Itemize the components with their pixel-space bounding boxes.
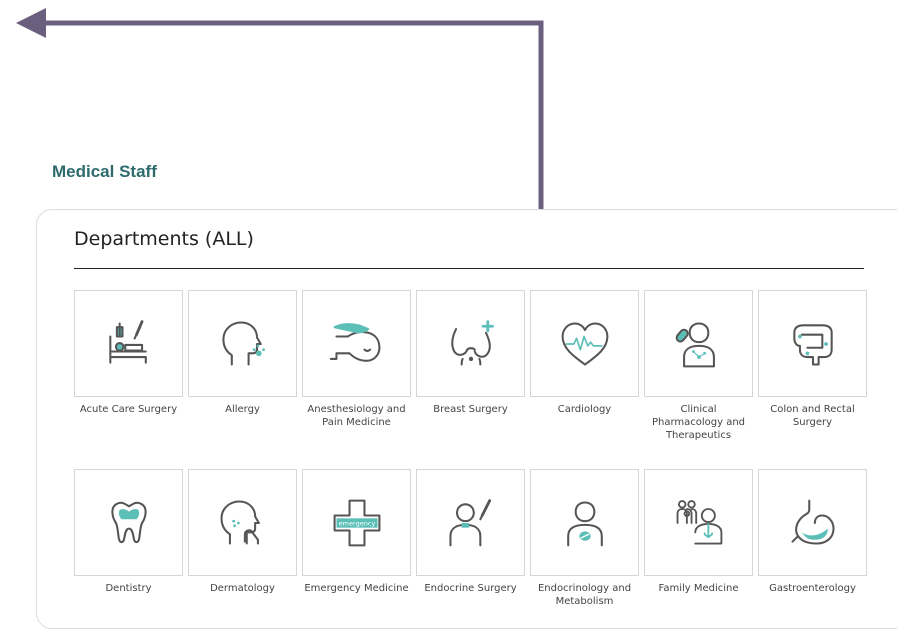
- department-icon-box[interactable]: [188, 290, 297, 397]
- department-icon-box[interactable]: [530, 469, 639, 576]
- face-skin-icon: [220, 500, 260, 545]
- department-icon-box[interactable]: [530, 290, 639, 397]
- arrow-head-icon: [16, 8, 46, 38]
- department-label: Breast Surgery: [433, 404, 508, 415]
- department-icon-box[interactable]: [74, 469, 183, 576]
- department-label: Acute Care Surgery: [79, 404, 178, 415]
- department-label: Cardiology: [557, 404, 612, 415]
- head-sneeze-icon: [221, 321, 265, 366]
- department-icon-box[interactable]: emergency: [302, 469, 411, 576]
- department-tile-breast-surgery[interactable]: Breast Surgery: [416, 290, 525, 416]
- person-pill-icon: [675, 321, 715, 367]
- department-tile-clinical-pharmacology[interactable]: Clinical Pharmacology and Therapeutics: [644, 290, 753, 442]
- department-icon-box[interactable]: [644, 290, 753, 397]
- section-title: Medical Staff: [52, 162, 157, 181]
- department-label: Emergency Medicine: [304, 583, 409, 594]
- department-icon-box[interactable]: [416, 469, 525, 576]
- department-label: Family Medicine: [658, 583, 739, 594]
- department-icon-box[interactable]: [188, 469, 297, 576]
- department-label: Allergy: [225, 404, 260, 415]
- department-tile-dentistry[interactable]: Dentistry: [74, 469, 183, 595]
- stomach-icon: [790, 499, 835, 545]
- department-tile-colon-rectal-surgery[interactable]: Colon and Rectal Surgery: [758, 290, 867, 429]
- emergency-cross-icon: emergency: [333, 499, 380, 546]
- emergency-icon-text: emergency: [338, 519, 375, 527]
- department-tile-gastroenterology[interactable]: Gastroenterology: [758, 469, 867, 595]
- title-divider: [74, 268, 864, 269]
- department-tile-emergency-medicine[interactable]: emergency Emergency Medicine: [302, 469, 411, 595]
- department-icon-box[interactable]: [416, 290, 525, 397]
- department-label: Endocrine Surgery: [424, 583, 517, 594]
- department-label: Dentistry: [105, 583, 152, 594]
- colon-icon: [792, 323, 833, 366]
- panel-title: Departments (ALL): [74, 228, 254, 250]
- department-tile-endocrinology[interactable]: Endocrinology and Metabolism: [530, 469, 639, 608]
- department-label: Endocrinology and Metabolism: [537, 583, 632, 607]
- department-tile-cardiology[interactable]: Cardiology: [530, 290, 639, 416]
- department-icon-box[interactable]: [644, 469, 753, 576]
- department-label: Gastroenterology: [769, 583, 856, 594]
- heart-pulse-icon: [561, 321, 608, 366]
- tooth-icon: [110, 501, 147, 543]
- department-icon-box[interactable]: [758, 290, 867, 397]
- pancreas-body-icon: [566, 500, 603, 546]
- breast-icon: [450, 319, 494, 366]
- thyroid-scalpel-icon: [448, 498, 491, 546]
- department-icon-box[interactable]: [302, 290, 411, 397]
- department-tile-family-medicine[interactable]: Family Medicine: [644, 469, 753, 595]
- hospital-bed-icon: [108, 319, 147, 364]
- department-tile-acute-care-surgery[interactable]: Acute Care Surgery: [74, 290, 183, 416]
- department-tile-allergy[interactable]: Allergy: [188, 290, 297, 416]
- department-label: Dermatology: [210, 583, 275, 594]
- department-tile-endocrine-surgery[interactable]: Endocrine Surgery: [416, 469, 525, 595]
- department-tile-dermatology[interactable]: Dermatology: [188, 469, 297, 595]
- department-label: Colon and Rectal Surgery: [770, 404, 855, 428]
- department-tile-anesthesiology[interactable]: Anesthesiology and Pain Medicine: [302, 290, 411, 429]
- department-icon-box[interactable]: [74, 290, 183, 397]
- department-label: Anesthesiology and Pain Medicine: [307, 404, 406, 428]
- patient-mask-icon: [329, 322, 380, 362]
- department-icon-box[interactable]: [758, 469, 867, 576]
- department-label: Clinical Pharmacology and Therapeutics: [651, 404, 746, 441]
- family-doctor-icon: [676, 499, 722, 544]
